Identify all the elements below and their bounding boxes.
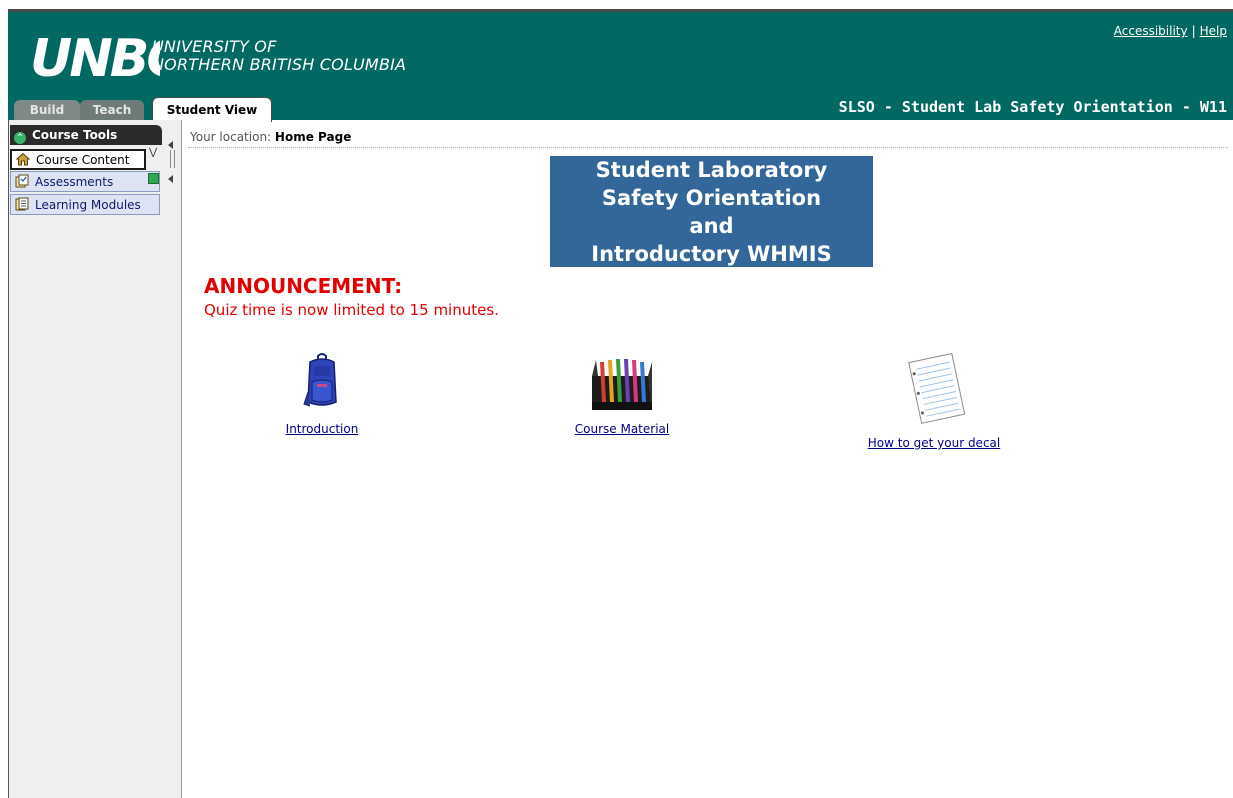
sidebar-item-label: Assessments	[35, 175, 114, 189]
breadcrumb: Your location: Home Page	[190, 130, 351, 144]
sidebar-item-learning-modules[interactable]: Learning Modules	[10, 194, 160, 215]
collapse-left-icon[interactable]	[168, 175, 173, 183]
collapse-left-icon[interactable]	[168, 141, 173, 149]
file-folders-icon[interactable]	[582, 352, 662, 414]
breadcrumb-divider	[188, 147, 1228, 148]
link-separator: |	[1191, 24, 1196, 38]
unbc-logo: UNBC	[30, 29, 160, 86]
main-content: Your location: Home Page Student Laborat…	[182, 120, 1233, 798]
tile-course-material[interactable]: Course Material	[560, 352, 684, 436]
backpack-icon[interactable]	[292, 352, 352, 414]
home-icon	[16, 152, 30, 166]
sidebar-item-course-content[interactable]: Course Content	[10, 149, 146, 170]
chevron-double-down-icon[interactable]: ⋁	[149, 147, 157, 158]
introduction-link[interactable]: Introduction	[262, 422, 382, 436]
chevron-up-icon: ⌃	[14, 132, 26, 144]
course-title: SLSO - Student Lab Safety Orientation - …	[838, 98, 1227, 116]
sidebar-item-label: Course Content	[36, 153, 130, 167]
notebook-paper-icon[interactable]	[899, 352, 969, 428]
university-name-line2: NORTHERN BRITISH COLUMBIA	[152, 55, 407, 74]
utility-links: Accessibility | Help	[1114, 24, 1227, 38]
breadcrumb-prefix: Your location:	[190, 130, 272, 144]
panel-resize-handle[interactable]	[170, 150, 175, 168]
university-name-line1: UNIVERSITY OF	[152, 37, 277, 56]
tab-build[interactable]: Build	[14, 100, 80, 120]
sidebar-item-label: Learning Modules	[35, 198, 141, 212]
accessibility-link[interactable]: Accessibility	[1114, 24, 1188, 38]
tab-teach[interactable]: Teach	[80, 100, 144, 120]
logo-text: UNBC	[30, 29, 160, 86]
left-edge	[8, 120, 9, 798]
banner-line4: Introductory WHMIS	[591, 242, 832, 266]
university-name: UNIVERSITY OF NORTHERN BRITISH COLUMBIA	[152, 38, 406, 74]
tab-student-view[interactable]: Student View	[152, 97, 272, 122]
tile-introduction[interactable]: Introduction	[262, 352, 382, 436]
help-link[interactable]: Help	[1200, 24, 1227, 38]
course-tools-header[interactable]: ⌃ Course Tools	[10, 125, 162, 145]
course-material-link[interactable]: Course Material	[560, 422, 684, 436]
banner-line1: Student Laboratory	[595, 158, 828, 182]
course-banner: Student Laboratory Safety Orientation an…	[550, 156, 873, 267]
banner-line3: and	[689, 214, 734, 238]
sidebar-item-assessments[interactable]: Assessments	[10, 171, 160, 192]
banner-line2: Safety Orientation	[601, 186, 822, 210]
course-tools-title: Course Tools	[32, 128, 118, 142]
announcement-heading: ANNOUNCEMENT:	[204, 274, 403, 298]
sidebar: ⌃ Course Tools Course Content ⋁ Assessmen…	[8, 120, 182, 798]
decal-link[interactable]: How to get your decal	[850, 436, 1018, 450]
tile-decal[interactable]: How to get your decal	[850, 352, 1018, 450]
module-icon	[15, 197, 29, 211]
announcement-text: Quiz time is now limited to 15 minutes.	[204, 301, 499, 319]
breadcrumb-current: Home Page	[274, 130, 352, 144]
assessment-icon	[15, 174, 29, 188]
add-icon[interactable]	[148, 173, 159, 184]
